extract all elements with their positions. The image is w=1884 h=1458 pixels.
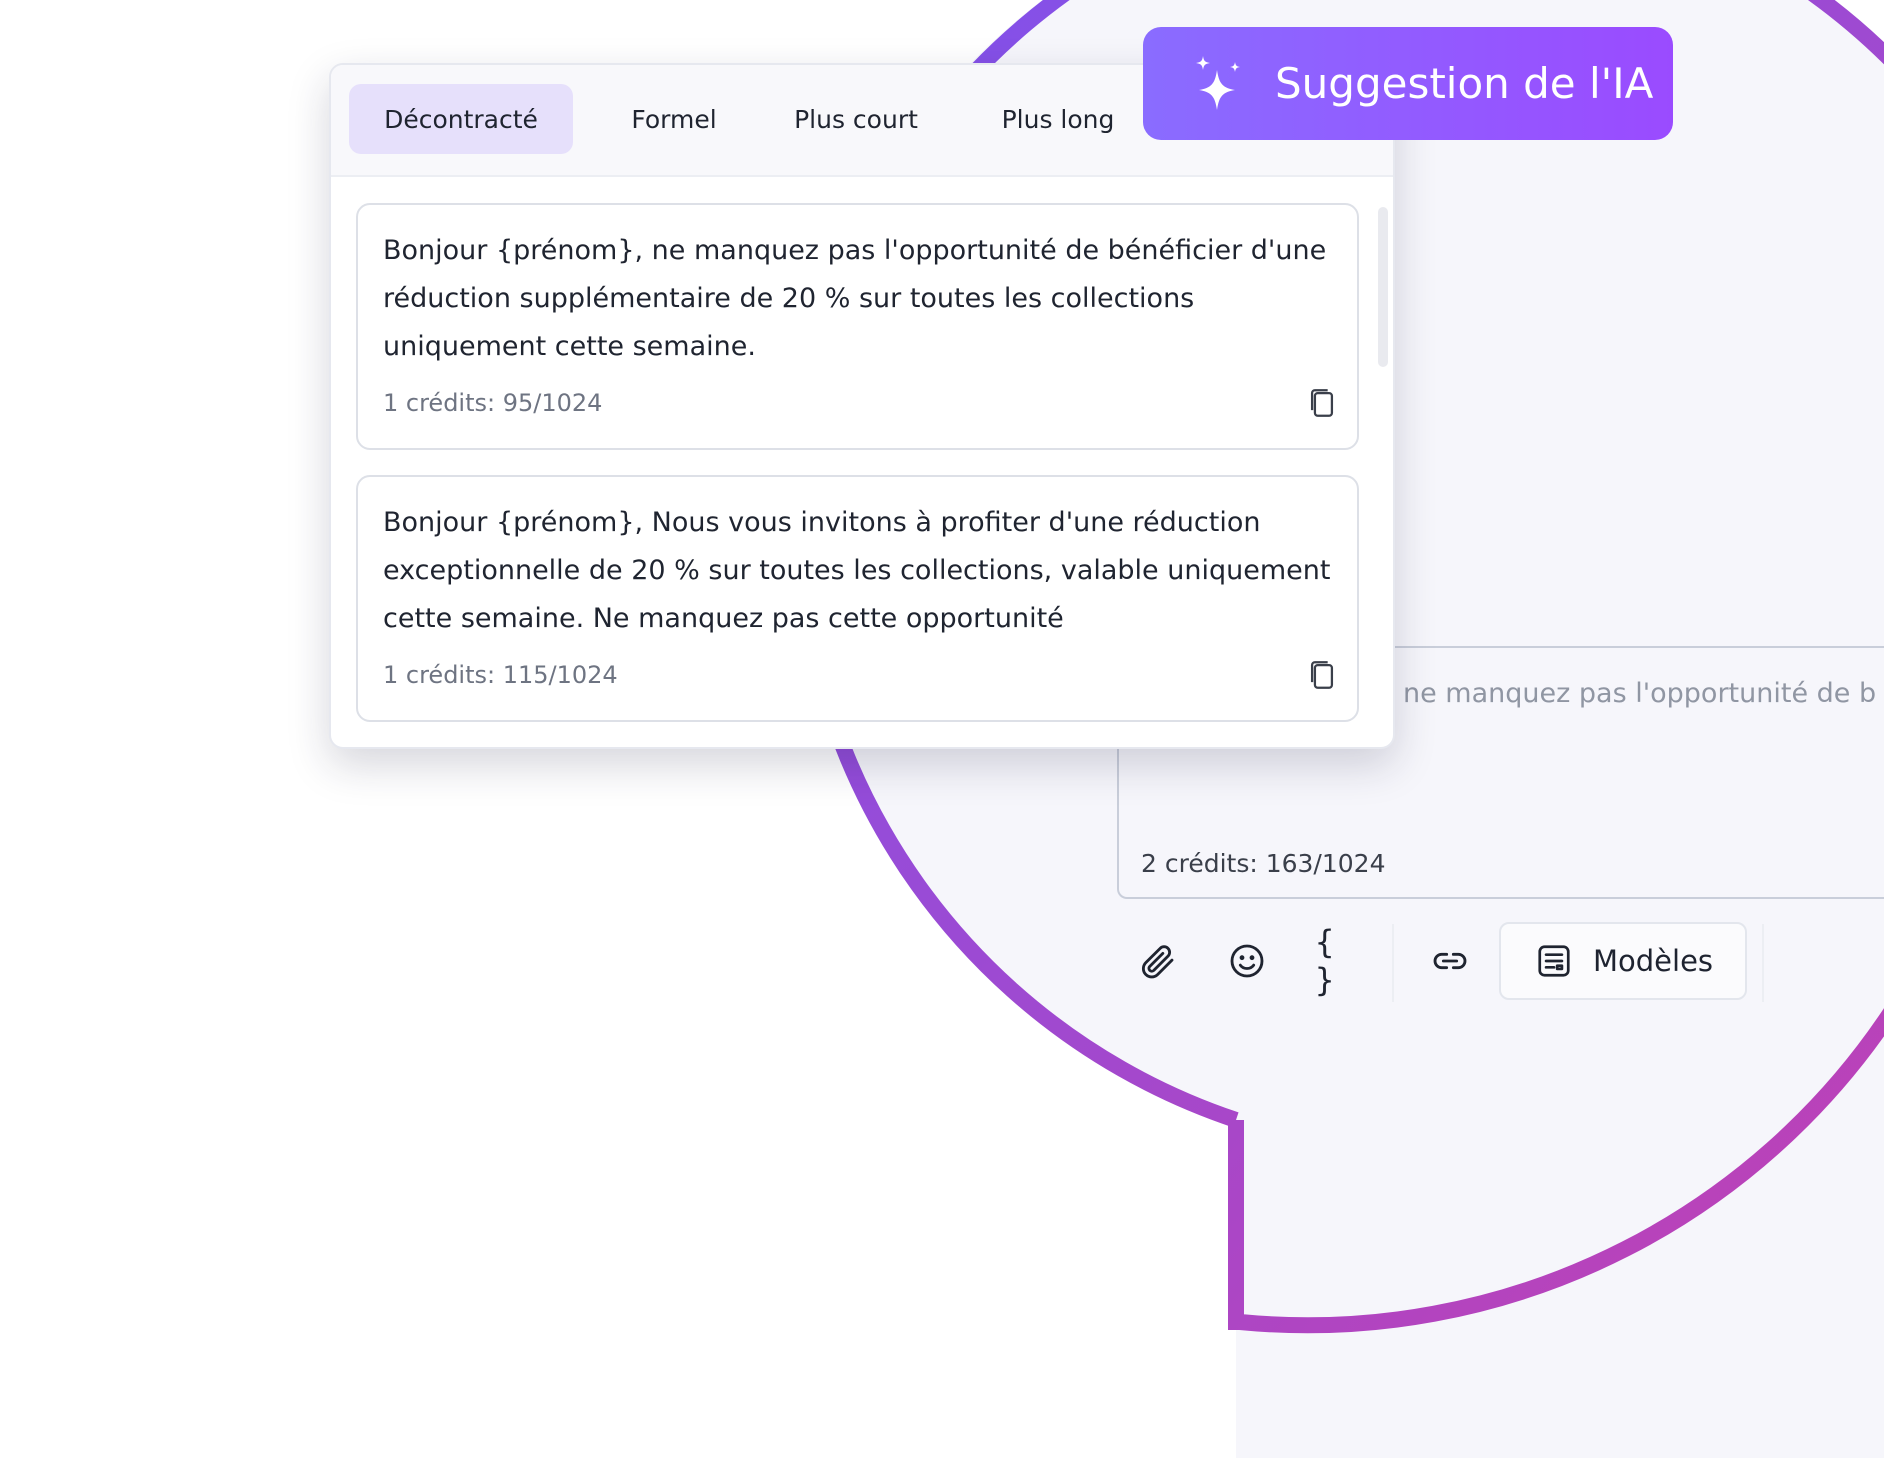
suggestion-card[interactable]: Bonjour {prénom}, ne manquez pas l'oppor… [356, 203, 1359, 450]
models-button[interactable]: Modèles [1499, 922, 1747, 1000]
sparkles-icon [1196, 55, 1240, 110]
tab-plus-long[interactable]: Plus long [963, 84, 1153, 154]
ai-suggestion-label: Suggestion de l'IA [1275, 59, 1654, 108]
template-icon [1538, 945, 1570, 977]
suggestion-credits: 1 crédits: 115/1024 [383, 661, 618, 689]
stage: ne manquez pas l'opportunité de b 2 créd… [0, 0, 1884, 1458]
editor-toolbar: { } Modèles [1120, 918, 1884, 1002]
tab-formel[interactable]: Formel [599, 84, 749, 154]
link-icon[interactable] [1429, 940, 1471, 982]
braces-icon[interactable]: { } [1315, 923, 1357, 999]
ai-suggestion-popup: Décontracté Formel Plus court Plus long … [329, 63, 1395, 749]
toolbar-divider [1392, 924, 1394, 1002]
copy-icon[interactable] [1305, 658, 1339, 692]
ai-suggestion-banner: Suggestion de l'IA [1143, 27, 1673, 140]
message-editor-text: ne manquez pas l'opportunité de b [1403, 678, 1877, 709]
suggestion-credits: 1 crédits: 95/1024 [383, 389, 603, 417]
message-editor-credits: 2 crédits: 163/1024 [1141, 849, 1386, 878]
suggestion-card[interactable]: Bonjour {prénom}, Nous vous invitons à p… [356, 475, 1359, 722]
tab-decontracte[interactable]: Décontracté [349, 84, 573, 154]
copy-icon[interactable] [1305, 386, 1339, 420]
toolbar-divider [1762, 924, 1764, 1002]
suggestion-text: Bonjour {prénom}, ne manquez pas l'oppor… [383, 235, 1327, 362]
suggestion-text: Bonjour {prénom}, Nous vous invitons à p… [383, 507, 1331, 634]
suggestion-list: Bonjour {prénom}, ne manquez pas l'oppor… [331, 177, 1393, 747]
tab-plus-court[interactable]: Plus court [761, 84, 951, 154]
emoji-icon[interactable] [1226, 940, 1268, 982]
scrollbar[interactable] [1378, 207, 1388, 367]
models-button-label: Modèles [1593, 944, 1714, 978]
paperclip-icon[interactable] [1136, 940, 1178, 982]
